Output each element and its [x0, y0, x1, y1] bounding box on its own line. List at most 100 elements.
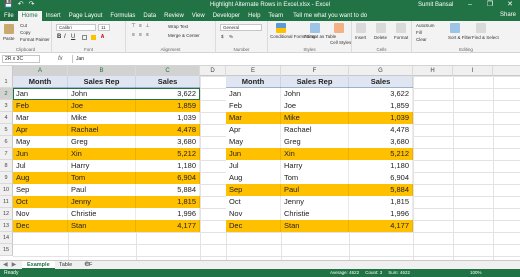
left-cell-month[interactable]: Aug: [13, 172, 68, 184]
number-format-select[interactable]: General: [220, 24, 262, 31]
right-cell-sales[interactable]: 1,180: [349, 160, 413, 172]
redo-icon[interactable]: ↷: [29, 1, 35, 9]
right-cell-rep[interactable]: Tom: [281, 172, 349, 184]
cut-button[interactable]: Cut: [20, 23, 27, 28]
left-cell-rep[interactable]: Rachael: [68, 124, 136, 136]
left-cell-rep[interactable]: Xin: [68, 148, 136, 160]
wrap-text-button[interactable]: Wrap Text: [168, 24, 188, 29]
formula-input[interactable]: Jan: [72, 55, 512, 63]
column-header-c[interactable]: C: [136, 66, 200, 76]
right-cell-month[interactable]: Dec: [226, 220, 281, 232]
insert-button[interactable]: Insert: [355, 35, 366, 40]
right-cell-month[interactable]: Jun: [226, 148, 281, 160]
find-select-button[interactable]: Find & Select: [472, 35, 499, 40]
left-cell-rep[interactable]: Greg: [68, 136, 136, 148]
left-cell-month[interactable]: May: [13, 136, 68, 148]
left-cell-month[interactable]: Dec: [13, 220, 68, 232]
right-cell-sales[interactable]: 3,680: [349, 136, 413, 148]
row-header-1[interactable]: 1: [0, 76, 13, 88]
user-name[interactable]: Sumit Bansal: [418, 1, 453, 9]
right-cell-sales[interactable]: 4,478: [349, 124, 413, 136]
bold-button[interactable]: B: [57, 34, 61, 40]
tab-formulas[interactable]: Formulas: [106, 11, 139, 21]
left-cell-sales[interactable]: 5,212: [136, 148, 200, 160]
left-cell-sales[interactable]: 5,884: [136, 184, 200, 196]
insert-cells-icon[interactable]: [356, 23, 366, 33]
right-cell-rep[interactable]: John: [281, 88, 349, 100]
underline-button[interactable]: U: [71, 34, 75, 40]
right-cell-rep[interactable]: Mike: [281, 112, 349, 124]
left-cell-month[interactable]: Nov: [13, 208, 68, 220]
column-header-g[interactable]: G: [349, 66, 413, 76]
left-cell-month[interactable]: Apr: [13, 124, 68, 136]
tab-page-layout[interactable]: Page Layout: [65, 11, 107, 21]
tell-me-search[interactable]: Tell me what you want to do: [293, 11, 367, 21]
left-cell-rep[interactable]: Christie: [68, 208, 136, 220]
paste-icon[interactable]: [4, 24, 14, 34]
row-header-15[interactable]: 15: [0, 244, 13, 256]
align-left-icon[interactable]: ≡: [131, 33, 136, 38]
row-header-3[interactable]: 3: [0, 100, 13, 112]
row-header-6[interactable]: 6: [0, 136, 13, 148]
right-cell-month[interactable]: Oct: [226, 196, 281, 208]
right-cell-rep[interactable]: Paul: [281, 184, 349, 196]
format-button[interactable]: Format: [394, 35, 408, 40]
fill-color-icon[interactable]: [91, 35, 96, 40]
left-cell-rep[interactable]: Paul: [68, 184, 136, 196]
column-header-d[interactable]: D: [200, 66, 226, 76]
format-cells-icon[interactable]: [396, 23, 406, 33]
align-top-icon[interactable]: ⊤: [131, 24, 136, 29]
left-cell-rep[interactable]: Harry: [68, 160, 136, 172]
format-as-table-icon[interactable]: [310, 23, 320, 33]
right-cell-rep[interactable]: Stan: [281, 220, 349, 232]
close-icon[interactable]: ✕: [500, 0, 520, 10]
right-header-cell[interactable]: Month: [226, 76, 281, 88]
column-header-i[interactable]: I: [453, 66, 493, 76]
share-button[interactable]: Share: [500, 10, 516, 20]
right-cell-month[interactable]: Jan: [226, 88, 281, 100]
tab-team[interactable]: Team: [264, 11, 287, 21]
merge-center-button[interactable]: Merge & Center: [168, 33, 200, 38]
save-icon[interactable]: 💾: [4, 1, 13, 9]
left-cell-sales[interactable]: 1,859: [136, 100, 200, 112]
left-cell-sales[interactable]: 4,177: [136, 220, 200, 232]
left-header-cell[interactable]: Sales: [136, 76, 200, 88]
right-cell-sales[interactable]: 6,904: [349, 172, 413, 184]
left-cell-sales[interactable]: 1,996: [136, 208, 200, 220]
left-cell-rep[interactable]: Mike: [68, 112, 136, 124]
borders-icon[interactable]: [82, 35, 87, 40]
sort-filter-icon[interactable]: [450, 23, 460, 33]
tab-data[interactable]: Data: [139, 11, 160, 21]
right-cell-sales[interactable]: 5,884: [349, 184, 413, 196]
delete-button[interactable]: Delete: [374, 35, 387, 40]
italic-button[interactable]: I: [64, 34, 66, 40]
row-header-4[interactable]: 4: [0, 112, 13, 124]
row-header-9[interactable]: 9: [0, 172, 13, 184]
right-cell-rep[interactable]: Greg: [281, 136, 349, 148]
currency-button[interactable]: $: [221, 34, 224, 39]
row-header-10[interactable]: 10: [0, 184, 13, 196]
right-cell-month[interactable]: Aug: [226, 172, 281, 184]
right-cell-sales[interactable]: 1,815: [349, 196, 413, 208]
font-size-select[interactable]: 11: [98, 24, 110, 31]
right-cell-rep[interactable]: Joe: [281, 100, 349, 112]
row-header-7[interactable]: 7: [0, 148, 13, 160]
tab-home[interactable]: Home: [17, 11, 42, 21]
column-header-f[interactable]: F: [281, 66, 349, 76]
right-cell-sales[interactable]: 4,177: [349, 220, 413, 232]
right-cell-sales[interactable]: 1,859: [349, 100, 413, 112]
left-cell-rep[interactable]: Stan: [68, 220, 136, 232]
row-header-8[interactable]: 8: [0, 160, 13, 172]
left-cell-rep[interactable]: Jenny: [68, 196, 136, 208]
row-header-12[interactable]: 12: [0, 208, 13, 220]
left-cell-rep[interactable]: Tom: [68, 172, 136, 184]
delete-cells-icon[interactable]: [376, 23, 386, 33]
font-color-icon[interactable]: A: [100, 35, 105, 40]
row-header-13[interactable]: 13: [0, 220, 13, 232]
format-painter-button[interactable]: Format Painter: [20, 37, 50, 42]
right-cell-rep[interactable]: Xin: [281, 148, 349, 160]
zoom-level[interactable]: 100%: [470, 269, 482, 277]
column-header-a[interactable]: A: [13, 66, 68, 76]
left-cell-month[interactable]: Sep: [13, 184, 68, 196]
row-header-11[interactable]: 11: [0, 196, 13, 208]
